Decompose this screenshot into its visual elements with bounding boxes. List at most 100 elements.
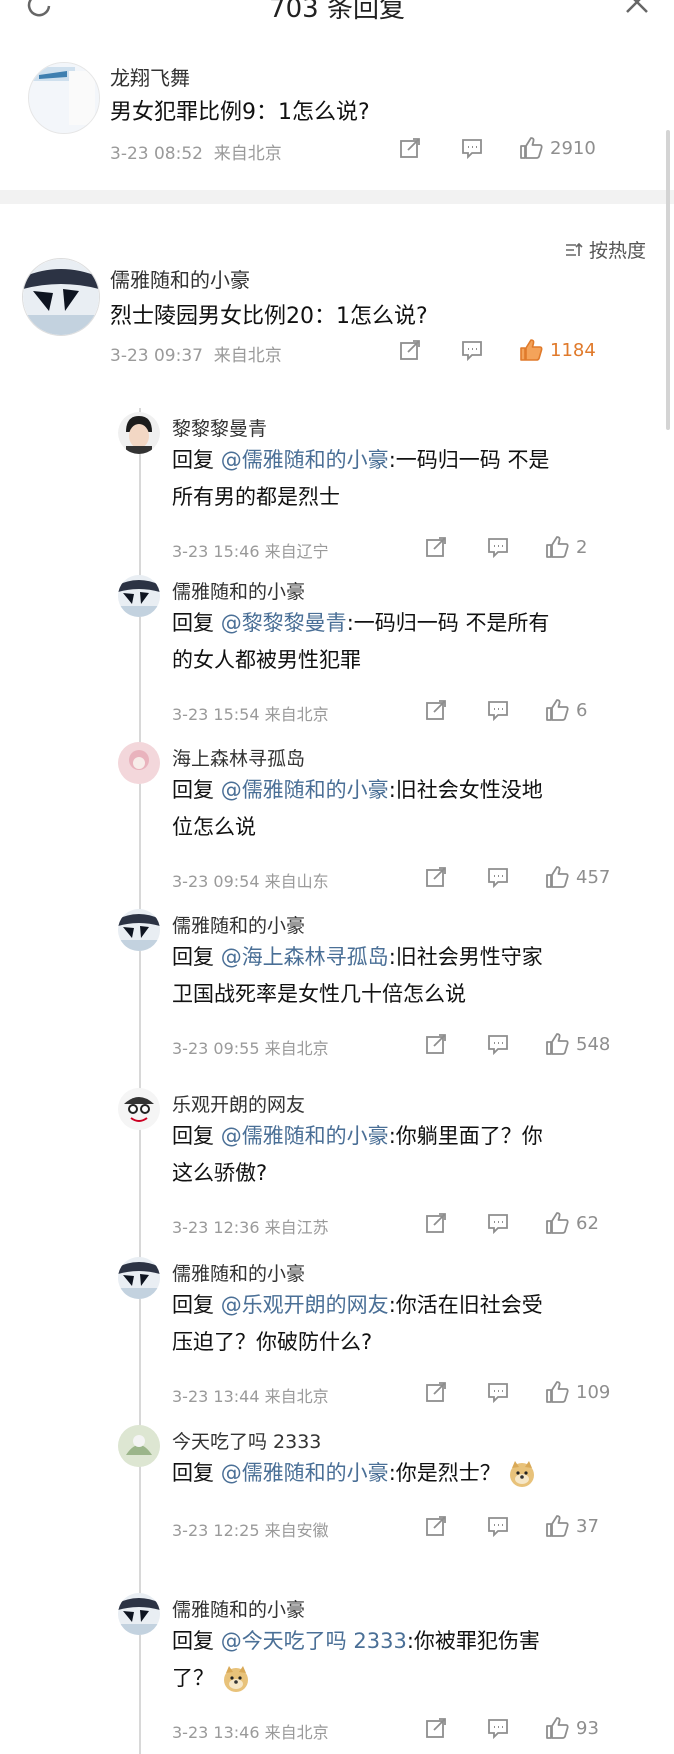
reply-author[interactable]: 海上森林寻孤岛	[172, 744, 305, 771]
reply-prefix: 回复	[172, 778, 214, 802]
page-title: 703 条回复	[269, 0, 405, 24]
mention-link[interactable]: @乐观开朗的网友	[221, 1293, 389, 1317]
reply-text: 回复 @儒雅随和的小豪:一码归一码 不是 所有男的都是烈士	[172, 442, 642, 516]
reply-body-cont: 卫国战死率是女性几十倍怎么说	[172, 982, 466, 1006]
like-button[interactable]: 93	[544, 1715, 599, 1741]
reply-location: 来自山东	[264, 872, 329, 891]
reply-author[interactable]: 今天吃了吗 2333	[172, 1427, 321, 1454]
reply-text: 回复 @黎黎黎曼青:一码归一码 不是所有的女人都被男性犯罪	[172, 605, 642, 679]
reply-meta: 3-23 13:44 来自北京	[172, 1383, 329, 1407]
reply-author[interactable]: 乐观开朗的网友	[172, 1090, 305, 1117]
comment-icon[interactable]	[486, 1380, 510, 1404]
mention-link[interactable]: @儒雅随和的小豪	[221, 448, 389, 472]
reply-location: 来自北京	[264, 705, 329, 724]
comment-icon[interactable]	[460, 136, 484, 160]
comment-text: 男女犯罪比例9：1怎么说?	[110, 100, 370, 125]
reply-body: :你躺里面了？你	[388, 1124, 543, 1148]
reply-meta: 3-23 09:37 来自北京	[110, 341, 282, 366]
reply-actions: 37	[424, 1512, 599, 1540]
mention-link[interactable]: @儒雅随和的小豪	[221, 778, 389, 802]
like-button[interactable]: 1184	[518, 337, 596, 363]
comment-icon[interactable]	[486, 865, 510, 889]
avatar[interactable]	[118, 1425, 160, 1467]
comment-icon[interactable]	[486, 1514, 510, 1538]
comment-icon[interactable]	[486, 535, 510, 559]
reply-time: 3-23 12:36	[172, 1218, 260, 1237]
like-button[interactable]: 109	[544, 1379, 610, 1405]
like-count: 457	[576, 866, 611, 888]
share-icon[interactable]	[424, 865, 448, 889]
comment-icon[interactable]	[486, 1211, 510, 1235]
mention-link[interactable]: @海上森林寻孤岛	[221, 945, 389, 969]
reply-meta: 3-23 12:25 来自安徽	[172, 1517, 329, 1541]
reply-time: 3-23 15:54	[172, 705, 260, 724]
share-icon[interactable]	[424, 535, 448, 559]
avatar[interactable]	[118, 909, 160, 951]
top-bar: 703 条回复	[0, 0, 674, 30]
comment-icon[interactable]	[460, 338, 484, 362]
share-icon[interactable]	[424, 1514, 448, 1538]
reply-author[interactable]: 儒雅随和的小豪	[110, 264, 250, 293]
close-icon[interactable]	[624, 0, 650, 23]
mention-link[interactable]: @今天吃了吗 2333	[221, 1629, 407, 1653]
avatar[interactable]	[28, 62, 100, 134]
comment-icon[interactable]	[486, 1716, 510, 1740]
scrollbar[interactable]	[666, 130, 670, 430]
reply-body-cont: 这么骄傲?	[172, 1161, 268, 1185]
reply-author[interactable]: 黎黎黎曼青	[172, 414, 267, 441]
reply-actions: 93	[424, 1714, 599, 1742]
doge-emoji	[221, 1666, 251, 1692]
reply-meta: 3-23 15:46 来自辽宁	[172, 538, 329, 562]
mention-link[interactable]: @儒雅随和的小豪	[221, 1461, 389, 1485]
sort-label: 按热度	[588, 240, 646, 262]
reply-body: :一码归一码 不是所有	[346, 611, 550, 635]
reply-author[interactable]: 儒雅随和的小豪	[172, 577, 305, 604]
reply-location: 来自北京	[264, 1723, 329, 1742]
like-count: 62	[576, 1212, 599, 1234]
share-icon[interactable]	[424, 1032, 448, 1056]
share-icon[interactable]	[424, 1211, 448, 1235]
reply-author[interactable]: 儒雅随和的小豪	[172, 1259, 305, 1286]
like-button[interactable]: 62	[544, 1210, 599, 1236]
avatar[interactable]	[118, 575, 160, 617]
avatar[interactable]	[118, 412, 160, 454]
comment-author[interactable]: 龙翔飞舞	[110, 62, 190, 91]
thumb-up-icon	[546, 1515, 569, 1537]
reply-prefix: 回复	[172, 611, 214, 635]
reply-time: 3-23 09:55	[172, 1039, 260, 1058]
like-count: 93	[576, 1717, 599, 1739]
reply-prefix: 回复	[172, 1293, 214, 1317]
avatar[interactable]	[118, 1257, 160, 1299]
reply-time: 3-23 09:37	[110, 346, 203, 366]
mention-link[interactable]: @黎黎黎曼青	[221, 611, 347, 635]
like-button[interactable]: 2910	[518, 135, 596, 161]
comment-icon[interactable]	[486, 698, 510, 722]
share-icon[interactable]	[424, 1380, 448, 1404]
reply-author[interactable]: 儒雅随和的小豪	[172, 911, 305, 938]
like-button[interactable]: 2	[544, 534, 587, 560]
comment-actions: 2910	[398, 134, 596, 162]
share-icon[interactable]	[424, 698, 448, 722]
like-button[interactable]: 548	[544, 1031, 610, 1057]
share-icon[interactable]	[398, 338, 422, 362]
avatar[interactable]	[118, 1593, 160, 1635]
reply-meta: 3-23 15:54 来自北京	[172, 701, 329, 725]
mention-link[interactable]: @儒雅随和的小豪	[221, 1124, 389, 1148]
comment-time: 3-23 08:52	[110, 144, 203, 164]
like-button[interactable]: 37	[544, 1513, 599, 1539]
reply-prefix: 回复	[172, 448, 214, 472]
share-icon[interactable]	[398, 136, 422, 160]
sort-icon	[565, 242, 583, 256]
reply-meta: 3-23 09:54 来自山东	[172, 868, 329, 892]
reply-author[interactable]: 儒雅随和的小豪	[172, 1595, 305, 1622]
avatar[interactable]	[118, 1088, 160, 1130]
reply-body-cont: 的女人都被男性犯罪	[172, 648, 361, 672]
like-button[interactable]: 6	[544, 697, 587, 723]
reply-text: 回复 @儒雅随和的小豪:旧社会女性没地 位怎么说	[172, 772, 642, 846]
like-button[interactable]: 457	[544, 864, 610, 890]
avatar[interactable]	[22, 258, 100, 336]
comment-icon[interactable]	[486, 1032, 510, 1056]
share-icon[interactable]	[424, 1716, 448, 1740]
avatar[interactable]	[118, 742, 160, 784]
sort-toggle[interactable]: 按热度	[565, 236, 646, 263]
